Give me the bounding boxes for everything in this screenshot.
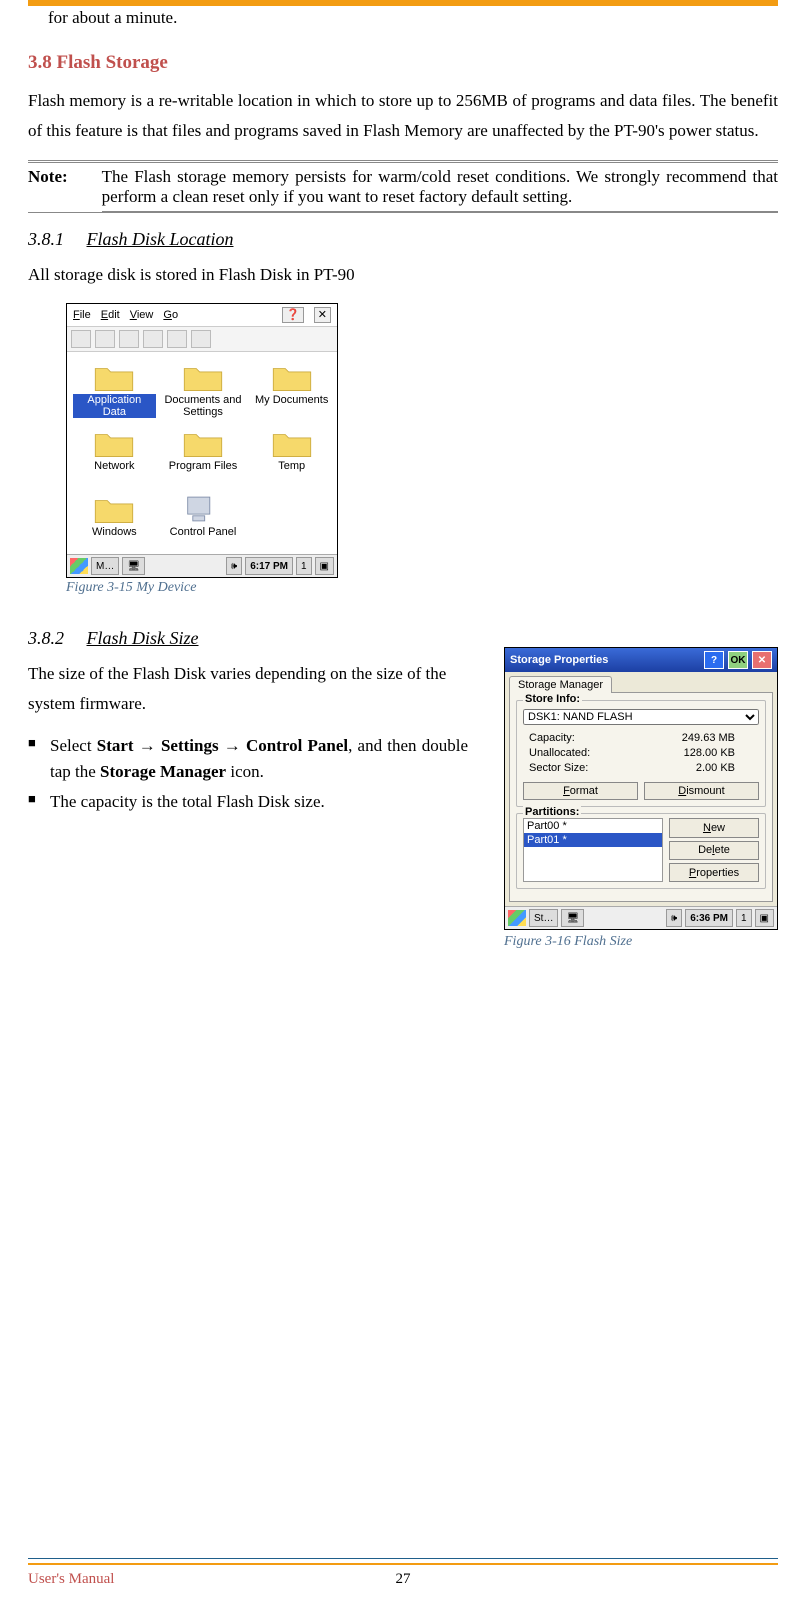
tray-icon[interactable]: 🕪: [666, 909, 682, 927]
folder-windows[interactable]: Windows: [73, 490, 156, 552]
back-icon[interactable]: [95, 330, 115, 348]
note-label: Note:: [28, 163, 102, 212]
tab-storage-manager[interactable]: Storage Manager: [509, 676, 612, 693]
tabstrip: Storage Manager: [509, 676, 773, 693]
taskbar-task[interactable]: St…: [529, 909, 558, 927]
tray-icon[interactable]: 🕪: [226, 557, 242, 575]
taskbar: St… 🖥 🕪 6:36 PM 1 ▣: [505, 906, 777, 929]
titlebar: Storage Properties ? OK ✕: [505, 648, 777, 672]
partitions-group: Partitions: Part00 * Part01 * New Delete…: [516, 813, 766, 889]
folder-network[interactable]: Network: [73, 424, 156, 486]
taskbar-btn[interactable]: 🖥: [561, 909, 584, 927]
capacity-value: 249.63 MB: [682, 731, 735, 746]
folder-program-files[interactable]: Program Files: [162, 424, 245, 486]
para-3-8: Flash memory is a re-writable location i…: [28, 86, 778, 146]
sector-size-label: Sector Size:: [529, 761, 588, 776]
note-block: Note: The Flash storage memory persists …: [28, 160, 778, 213]
heading-3-8-1-num: 3.8.1: [28, 229, 64, 249]
bullet-start-settings: Select Start → Settings → Control Panel,…: [28, 733, 468, 786]
toolbar-dropdown[interactable]: [191, 330, 211, 348]
unallocated-label: Unallocated:: [529, 746, 590, 761]
fragment-previous-page: for about a minute.: [48, 8, 778, 28]
store-info-group: Store Info: DSK1: NAND FLASH Capacity:24…: [516, 700, 766, 807]
taskbar-task[interactable]: M…: [91, 557, 119, 575]
properties-button[interactable]: Properties: [669, 863, 759, 882]
folder-label: Temp: [278, 460, 305, 484]
figure-storage-properties-window: Storage Properties ? OK ✕ Storage Manage…: [504, 647, 778, 930]
menu-view[interactable]: View: [130, 309, 154, 321]
bullet-capacity: The capacity is the total Flash Disk siz…: [28, 789, 468, 815]
start-icon[interactable]: [508, 910, 526, 926]
tray-icon[interactable]: 1: [296, 557, 312, 575]
forward-icon[interactable]: [119, 330, 139, 348]
unallocated-value: 128.00 KB: [684, 746, 735, 761]
heading-3-8: 3.8 Flash Storage: [28, 52, 778, 74]
folder-label: Application Data: [73, 394, 156, 418]
folder-label: Program Files: [169, 460, 237, 484]
heading-3-8-2-title: Flash Disk Size: [87, 628, 199, 648]
partition-list[interactable]: Part00 * Part01 *: [523, 818, 663, 882]
tray-icon[interactable]: ▣: [755, 909, 774, 927]
ok-button[interactable]: OK: [728, 651, 748, 669]
heading-3-8-2-num: 3.8.2: [28, 628, 64, 648]
folder-label: Windows: [92, 526, 137, 550]
capacity-label: Capacity:: [529, 731, 575, 746]
toolbar-btn[interactable]: [167, 330, 187, 348]
folder-documents-and-settings[interactable]: Documents and Settings: [162, 358, 245, 420]
new-button[interactable]: New: [669, 818, 759, 837]
folder-label: Network: [94, 460, 134, 484]
dismount-button[interactable]: Dismount: [644, 782, 759, 800]
note-text: The Flash storage memory persists for wa…: [102, 163, 778, 212]
folder-my-documents[interactable]: My Documents: [250, 358, 333, 420]
store-select[interactable]: DSK1: NAND FLASH: [523, 709, 759, 725]
folder-application-data[interactable]: Application Data: [73, 358, 156, 420]
help-icon[interactable]: ❓: [282, 307, 304, 323]
toolbar-btn[interactable]: [143, 330, 163, 348]
folder-label: Documents and Settings: [162, 394, 245, 418]
help-icon[interactable]: ?: [704, 651, 724, 669]
taskbar-clock: 6:17 PM: [245, 557, 293, 575]
delete-button[interactable]: Delete: [669, 841, 759, 860]
sector-size-value: 2.00 KB: [696, 761, 735, 776]
caption-3-16: Figure 3-16 Flash Size: [504, 934, 778, 950]
partitions-legend: Partitions:: [523, 806, 581, 818]
tray-icon[interactable]: 1: [736, 909, 752, 927]
heading-3-8-1: 3.8.1 Flash Disk Location: [28, 229, 778, 250]
para-3-8-1: All storage disk is stored in Flash Disk…: [28, 260, 778, 290]
partition-item[interactable]: Part00 *: [524, 819, 662, 833]
taskbar-btn[interactable]: 🖥: [122, 557, 145, 575]
folder-grid: Application Data Documents and Settings …: [67, 352, 337, 554]
toolbar: [67, 327, 337, 352]
bullet-list: Select Start → Settings → Control Panel,…: [28, 733, 468, 816]
footer-title: User's Manual: [28, 1571, 114, 1588]
page-top-accent: [28, 0, 778, 6]
taskbar-clock: 6:36 PM: [685, 909, 733, 927]
caption-3-15: Figure 3-15 My Device: [66, 580, 778, 596]
partition-item-selected[interactable]: Part01 *: [524, 833, 662, 847]
window-title: Storage Properties: [510, 654, 608, 666]
para-3-8-2: The size of the Flash Disk varies depend…: [28, 659, 468, 719]
start-icon[interactable]: [70, 558, 88, 574]
folder-temp[interactable]: Temp: [250, 424, 333, 486]
menubar: File Edit View Go ❓ ✕: [67, 304, 337, 327]
menu-edit[interactable]: Edit: [101, 309, 120, 321]
menu-file[interactable]: File: [73, 309, 91, 321]
toolbar-btn[interactable]: [71, 330, 91, 348]
format-button[interactable]: Format: [523, 782, 638, 800]
close-icon[interactable]: ✕: [752, 651, 772, 669]
heading-3-8-1-title: Flash Disk Location: [87, 229, 234, 249]
page-footer: User's Manual 27 User's Manual: [28, 1558, 778, 1588]
figure-my-device-window: File Edit View Go ❓ ✕ Application Data D…: [66, 303, 338, 578]
tray-icon[interactable]: ▣: [315, 557, 334, 575]
taskbar: M… 🖥 🕪 6:17 PM 1 ▣: [67, 554, 337, 577]
folder-label: Control Panel: [170, 526, 237, 550]
close-icon[interactable]: ✕: [314, 307, 331, 323]
folder-control-panel[interactable]: Control Panel: [162, 490, 245, 552]
footer-page-number: 27: [396, 1571, 411, 1588]
store-info-legend: Store Info:: [523, 693, 582, 705]
pane: Store Info: DSK1: NAND FLASH Capacity: 24…: [509, 692, 773, 902]
menu-go[interactable]: Go: [163, 309, 178, 321]
heading-3-8-2: 3.8.2 Flash Disk Size: [28, 628, 778, 649]
folder-label: My Documents: [255, 394, 328, 418]
